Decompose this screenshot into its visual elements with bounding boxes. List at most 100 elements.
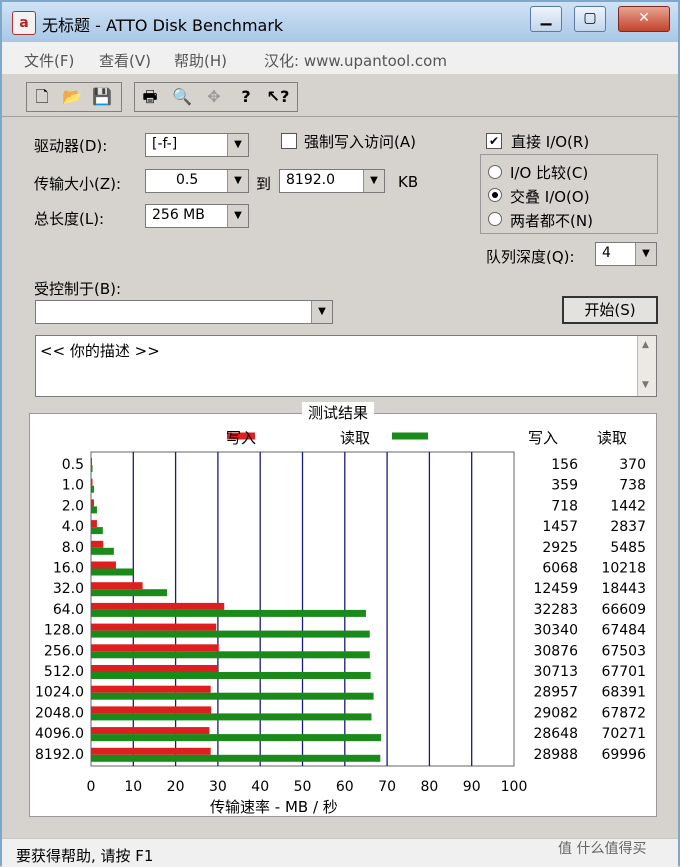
legend-read-label: 读取 bbox=[340, 429, 371, 447]
total-length-value: 256 MB bbox=[152, 207, 205, 223]
title-bar[interactable]: a 无标题 - ATTO Disk Benchmark ▁ ▢ ✕ bbox=[2, 2, 678, 42]
category-label: 4.0 bbox=[62, 519, 84, 535]
new-button[interactable]: 🗋 bbox=[29, 84, 55, 110]
value-write: 2925 bbox=[542, 540, 578, 556]
start-button[interactable]: 开始(S) bbox=[562, 296, 658, 324]
value-write: 1457 bbox=[542, 519, 578, 535]
x-tick-label: 30 bbox=[209, 779, 227, 795]
drive-select[interactable]: [-f-] ▼ bbox=[145, 133, 249, 157]
scroll-down-icon[interactable]: ▼ bbox=[642, 380, 649, 390]
neither-radio[interactable] bbox=[488, 212, 502, 226]
value-write: 30713 bbox=[533, 664, 578, 680]
toolbar-file-group: 🗋 📂 💾 bbox=[26, 82, 122, 112]
chevron-down-icon[interactable]: ▼ bbox=[227, 205, 248, 227]
transfer-from-select[interactable]: 0.5 ▼ bbox=[145, 169, 249, 193]
value-read: 370 bbox=[619, 457, 646, 473]
move-icon: ✥ bbox=[207, 87, 221, 106]
scroll-up-icon[interactable]: ▲ bbox=[642, 340, 649, 350]
menu-file[interactable]: 文件(F) bbox=[24, 50, 74, 71]
drive-label: 驱动器(D): bbox=[34, 137, 108, 155]
chevron-down-icon[interactable]: ▼ bbox=[227, 170, 248, 192]
move-button[interactable]: ✥ bbox=[201, 84, 227, 110]
bar-read bbox=[91, 630, 370, 638]
value-read: 738 bbox=[619, 478, 646, 494]
controlled-by-label: 受控制于(B): bbox=[34, 280, 122, 298]
print-preview-button[interactable]: 🔍 bbox=[169, 84, 195, 110]
bar-write bbox=[91, 458, 92, 465]
total-length-select[interactable]: 256 MB ▼ bbox=[145, 204, 249, 228]
print-preview-icon: 🔍 bbox=[172, 87, 192, 106]
value-write: 30340 bbox=[533, 623, 578, 639]
direct-io-label: 直接 I/O(R) bbox=[511, 133, 590, 151]
open-folder-icon: 📂 bbox=[62, 87, 82, 106]
close-icon: ✕ bbox=[638, 10, 650, 26]
io-compare-radio[interactable] bbox=[488, 165, 502, 179]
total-length-label: 总长度(L): bbox=[34, 210, 105, 228]
value-write: 6068 bbox=[542, 561, 578, 577]
save-button[interactable]: 💾 bbox=[89, 84, 115, 110]
bar-write bbox=[91, 499, 94, 507]
app-icon: a bbox=[12, 11, 36, 35]
bar-write bbox=[91, 540, 104, 548]
x-tick-label: 80 bbox=[420, 779, 438, 795]
category-label: 0.5 bbox=[62, 457, 84, 473]
x-tick-label: 40 bbox=[251, 779, 269, 795]
minimize-icon: ▁ bbox=[540, 10, 552, 26]
chevron-down-icon[interactable]: ▼ bbox=[311, 301, 332, 323]
direct-io-checkbox[interactable]: ✔ bbox=[486, 133, 502, 149]
menu-localization[interactable]: 汉化: www.upantool.com bbox=[264, 50, 447, 71]
open-button[interactable]: 📂 bbox=[59, 84, 85, 110]
maximize-button[interactable]: ▢ bbox=[574, 6, 606, 32]
force-write-checkbox[interactable] bbox=[281, 133, 297, 149]
category-label: 32.0 bbox=[53, 581, 84, 597]
description-textarea[interactable]: << 你的描述 >> ▲ ▼ bbox=[35, 335, 657, 397]
category-label: 16.0 bbox=[53, 561, 84, 577]
neither-label: 两者都不(N) bbox=[510, 212, 593, 230]
category-label: 1.0 bbox=[62, 478, 84, 494]
category-label: 512.0 bbox=[44, 664, 84, 680]
menu-help[interactable]: 帮助(H) bbox=[174, 50, 227, 71]
category-label: 128.0 bbox=[44, 623, 84, 639]
x-tick-label: 90 bbox=[463, 779, 481, 795]
help-icon: ? bbox=[241, 87, 251, 106]
value-write: 12459 bbox=[533, 581, 578, 597]
bar-read bbox=[91, 485, 95, 493]
bar-read bbox=[91, 713, 372, 721]
bar-read bbox=[91, 568, 134, 576]
close-button[interactable]: ✕ bbox=[618, 6, 670, 32]
value-read: 18443 bbox=[601, 581, 646, 597]
context-help-icon: ↖? bbox=[266, 87, 290, 106]
value-write: 32283 bbox=[533, 602, 578, 618]
minimize-button[interactable]: ▁ bbox=[530, 6, 562, 32]
chevron-down-icon[interactable]: ▼ bbox=[635, 243, 656, 265]
category-label: 256.0 bbox=[44, 643, 84, 659]
chevron-down-icon[interactable]: ▼ bbox=[227, 134, 248, 156]
bar-write bbox=[91, 727, 210, 735]
chevron-down-icon[interactable]: ▼ bbox=[363, 170, 384, 192]
value-read: 67872 bbox=[601, 705, 646, 721]
context-help-button[interactable]: ↖? bbox=[265, 84, 291, 110]
status-text: 要获得帮助, 请按 F1 bbox=[16, 847, 154, 865]
queue-depth-select[interactable]: 4 ▼ bbox=[595, 242, 657, 266]
maximize-icon: ▢ bbox=[583, 10, 597, 26]
transfer-to-select[interactable]: 8192.0 ▼ bbox=[279, 169, 385, 193]
bar-read bbox=[91, 692, 374, 700]
help-button[interactable]: ? bbox=[233, 84, 259, 110]
toolbar: 🗋 📂 💾 🖶 🔍 ✥ ? ↖? bbox=[2, 74, 678, 117]
value-read: 68391 bbox=[601, 685, 646, 701]
overlapped-io-radio[interactable] bbox=[488, 188, 502, 202]
print-button[interactable]: 🖶 bbox=[137, 84, 163, 110]
category-label: 8.0 bbox=[62, 540, 84, 556]
value-write: 28648 bbox=[533, 726, 578, 742]
category-label: 2.0 bbox=[62, 498, 84, 514]
value-read: 2837 bbox=[610, 519, 646, 535]
value-read: 69996 bbox=[601, 747, 646, 763]
description-scrollbar[interactable]: ▲ ▼ bbox=[637, 336, 656, 396]
bar-write bbox=[91, 623, 217, 631]
value-read: 67484 bbox=[601, 623, 646, 639]
menu-view[interactable]: 查看(V) bbox=[99, 50, 151, 71]
controlled-by-select[interactable]: ▼ bbox=[35, 300, 333, 324]
value-write: 28988 bbox=[533, 747, 578, 763]
bar-write bbox=[91, 706, 212, 714]
value-read: 70271 bbox=[601, 726, 646, 742]
